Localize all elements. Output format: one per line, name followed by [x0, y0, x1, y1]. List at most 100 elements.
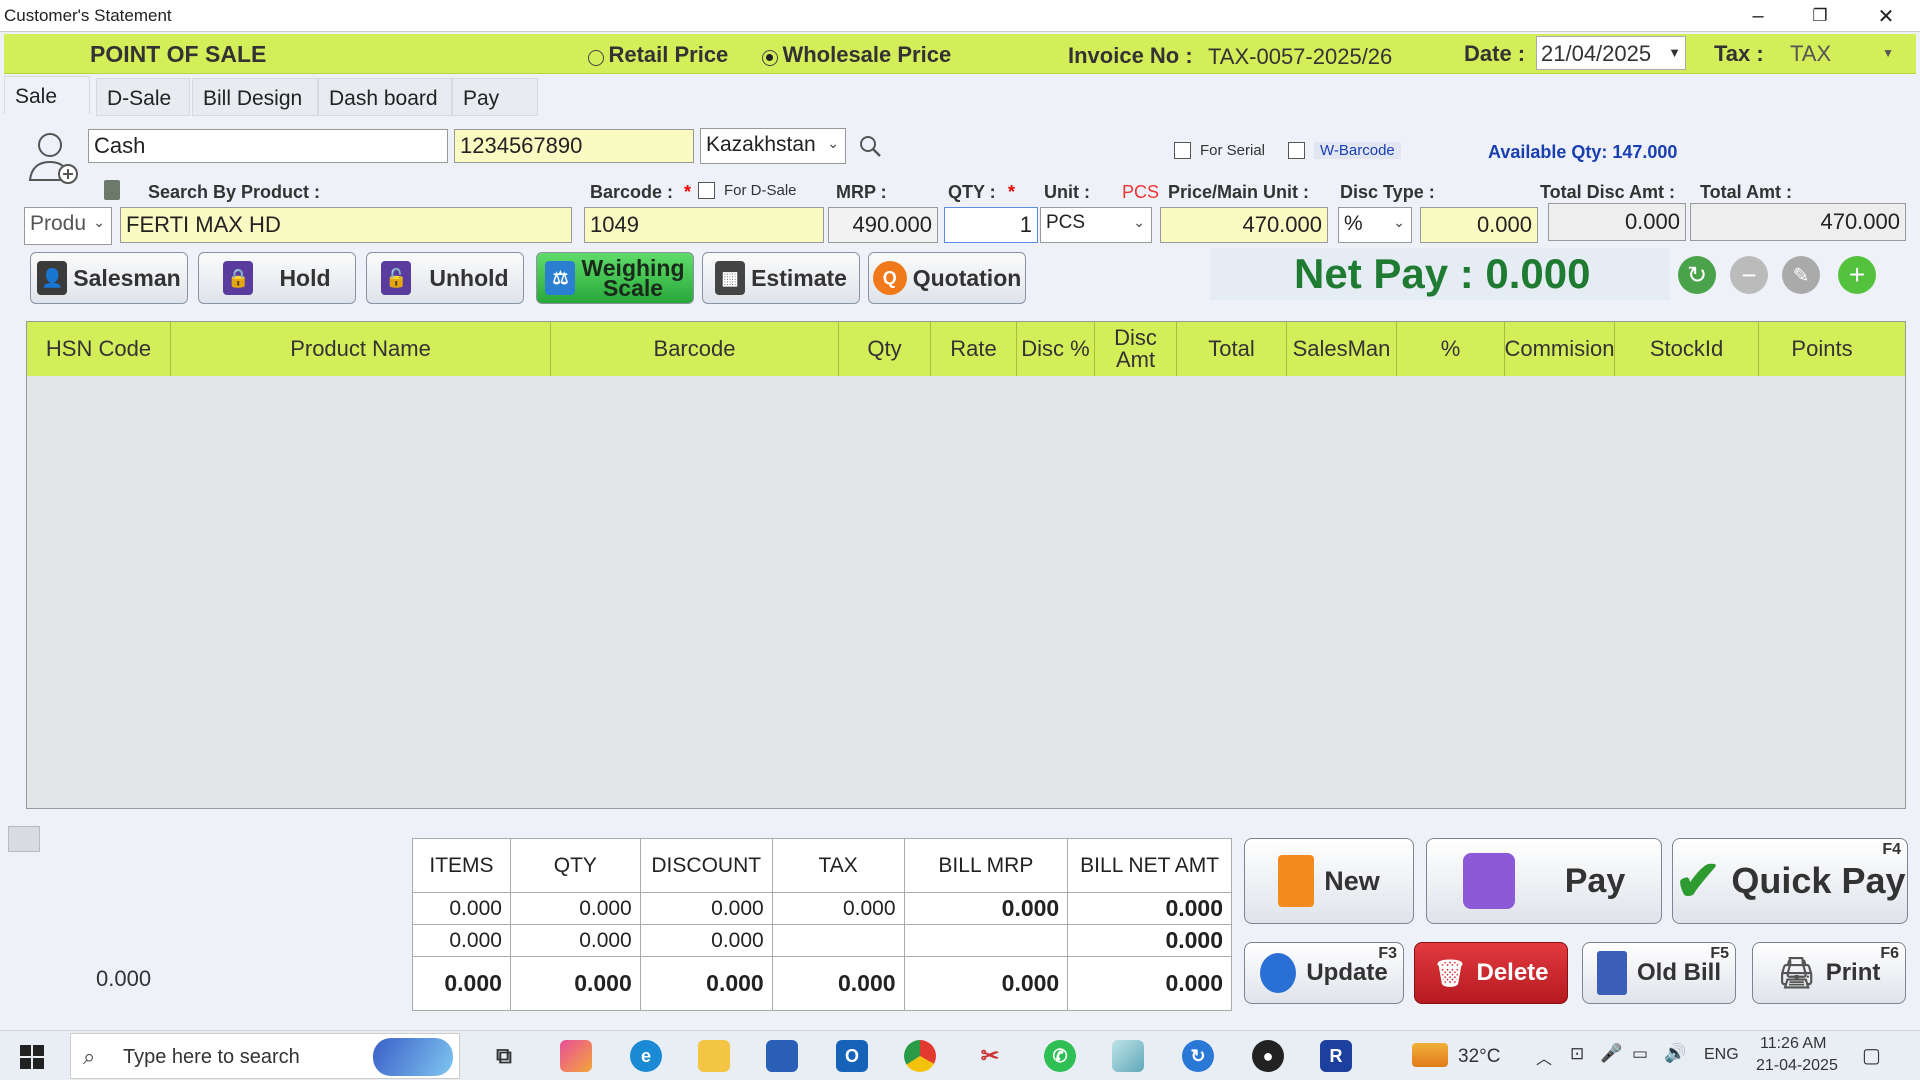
- customer-name-input[interactable]: [88, 129, 448, 163]
- radio-selected-icon: [762, 49, 778, 66]
- unhold-button[interactable]: 🔓 Unhold: [366, 252, 524, 304]
- restore-button[interactable]: ❐: [1790, 0, 1850, 32]
- notification-icon[interactable]: ▢: [1862, 1043, 1881, 1068]
- disc-value-input[interactable]: [1420, 207, 1538, 243]
- search-type-select[interactable]: Produ ⌄: [24, 207, 112, 245]
- disc-type-select[interactable]: % ⌄: [1338, 207, 1412, 243]
- minimize-button[interactable]: –: [1728, 0, 1788, 32]
- close-button[interactable]: ✕: [1856, 0, 1916, 32]
- device-icon[interactable]: ⊡: [1570, 1044, 1584, 1064]
- customer-phone-input[interactable]: [454, 129, 694, 163]
- tab-d-sale[interactable]: D-Sale: [96, 78, 190, 116]
- refresh-icon[interactable]: ↻: [1678, 256, 1716, 294]
- remove-icon[interactable]: −: [1730, 256, 1768, 294]
- for-serial-checkbox[interactable]: [1174, 142, 1191, 159]
- snipping-tool-icon[interactable]: ✂: [974, 1040, 1006, 1072]
- col-hsn-code[interactable]: HSN Code: [27, 322, 171, 376]
- outlook-icon[interactable]: O: [836, 1040, 868, 1072]
- col-rate[interactable]: Rate: [931, 322, 1017, 376]
- add-customer-icon[interactable]: [24, 130, 80, 186]
- col-barcode[interactable]: Barcode: [551, 322, 839, 376]
- tab-bill-design[interactable]: Bill Design: [192, 78, 318, 116]
- taskbar-search-box[interactable]: ⌕ Type here to search: [70, 1033, 460, 1079]
- col-percent[interactable]: %: [1397, 322, 1505, 376]
- col-commision[interactable]: Commision: [1505, 322, 1615, 376]
- tab-pay[interactable]: Pay: [452, 78, 538, 116]
- country-select[interactable]: Kazakhstan ⌄: [700, 128, 846, 164]
- windows-start-icon[interactable]: [20, 1045, 44, 1069]
- qty-input[interactable]: [944, 207, 1038, 243]
- net-pay-value: Net Pay : 0.000: [1294, 250, 1591, 297]
- unit-hint: PCS: [1122, 182, 1160, 202]
- col-salesman[interactable]: SalesMan: [1287, 322, 1397, 376]
- print-button[interactable]: 🖨 Print F6: [1752, 942, 1906, 1004]
- new-label: New: [1324, 865, 1380, 896]
- barcode-input[interactable]: [584, 207, 824, 243]
- sale-items-grid[interactable]: HSN Code Product Name Barcode Qty Rate D…: [26, 321, 1906, 809]
- chevron-up-icon[interactable]: ︿: [1536, 1045, 1552, 1069]
- add-icon[interactable]: +: [1838, 256, 1876, 294]
- summary-cell: 0.000: [1067, 956, 1232, 1011]
- mrp-label: MRP :: [836, 182, 887, 202]
- qty-required-mark: *: [1008, 182, 1016, 202]
- tab-dashboard[interactable]: Dash board: [318, 78, 452, 116]
- col-points[interactable]: Points: [1759, 322, 1885, 376]
- update-button[interactable]: Update F3: [1244, 942, 1404, 1004]
- language-indicator[interactable]: ENG: [1704, 1046, 1739, 1064]
- summary-header-qty: QTY: [509, 838, 641, 893]
- w-barcode-checkbox[interactable]: [1288, 142, 1305, 159]
- bill-summary: ITEMS QTY DISCOUNT TAX BILL MRP BILL NET…: [412, 838, 1232, 1011]
- hold-button[interactable]: 🔒 Hold: [198, 252, 356, 304]
- delete-button[interactable]: 🗑 Delete: [1414, 942, 1568, 1004]
- quotation-button[interactable]: Q Quotation: [868, 252, 1026, 304]
- microphone-icon[interactable]: 🎤: [1600, 1043, 1622, 1064]
- store-icon[interactable]: [766, 1040, 798, 1072]
- wholesale-price-radio[interactable]: Wholesale Price: [762, 42, 951, 68]
- new-button[interactable]: New: [1244, 838, 1414, 924]
- old-bill-button[interactable]: Old Bill F5: [1582, 942, 1736, 1004]
- search-icon[interactable]: [858, 134, 884, 160]
- edit-icon[interactable]: ✎: [1782, 256, 1820, 294]
- col-qty[interactable]: Qty: [839, 322, 931, 376]
- app-icon[interactable]: ↻: [1182, 1040, 1214, 1072]
- qty-label: QTY :: [948, 182, 996, 202]
- for-dsale-label: For D-Sale: [724, 182, 797, 199]
- edge-icon[interactable]: e: [630, 1040, 662, 1072]
- price-input[interactable]: [1160, 207, 1328, 243]
- retail-price-radio[interactable]: Retail Price: [588, 42, 728, 68]
- date-picker[interactable]: 21/04/2025 ▼: [1536, 36, 1686, 70]
- tax-select[interactable]: TAX ▼: [1790, 38, 1900, 70]
- app-icon[interactable]: [1112, 1040, 1144, 1072]
- estimate-button[interactable]: ▦ Estimate: [702, 252, 860, 304]
- tab-sale[interactable]: Sale: [4, 76, 90, 114]
- salesman-button[interactable]: 👤 Salesman: [30, 252, 188, 304]
- copilot-icon[interactable]: [560, 1040, 592, 1072]
- whatsapp-icon[interactable]: ✆: [1044, 1040, 1076, 1072]
- product-search-input[interactable]: [120, 207, 572, 243]
- mrp-input[interactable]: [828, 207, 938, 243]
- col-product-name[interactable]: Product Name: [171, 322, 551, 376]
- chrome-icon[interactable]: [904, 1040, 936, 1072]
- col-stock-id[interactable]: StockId: [1615, 322, 1759, 376]
- unit-select[interactable]: PCS ⌄: [1040, 207, 1152, 243]
- weighing-scale-button[interactable]: ⚖ Weighing Scale: [536, 252, 694, 304]
- pos-app-icon[interactable]: R: [1320, 1040, 1352, 1072]
- col-disc-pct[interactable]: Disc %: [1017, 322, 1095, 376]
- pay-button[interactable]: Pay: [1426, 838, 1662, 924]
- for-dsale-checkbox[interactable]: [698, 182, 715, 199]
- network-icon[interactable]: ▭: [1632, 1044, 1648, 1064]
- file-explorer-icon[interactable]: [698, 1040, 730, 1072]
- total-disc-amt-label: Total Disc Amt :: [1540, 182, 1676, 202]
- scale-label: Scale: [602, 275, 664, 301]
- clock-time[interactable]: 11:26 AM: [1760, 1035, 1826, 1053]
- col-total[interactable]: Total: [1177, 322, 1287, 376]
- app-icon[interactable]: ●: [1252, 1040, 1284, 1072]
- volume-icon[interactable]: 🔊: [1664, 1043, 1686, 1064]
- col-disc-amt[interactable]: Disc Amt: [1095, 322, 1177, 376]
- quick-pay-button[interactable]: ✔ Quick Pay F4: [1672, 838, 1908, 924]
- summary-cell: 0.000: [639, 924, 773, 957]
- w-barcode-label: W-Barcode: [1314, 142, 1401, 159]
- hold-label: Hold: [279, 264, 331, 291]
- clock-date[interactable]: 21-04-2025: [1756, 1057, 1838, 1075]
- task-view-icon[interactable]: ⧉: [488, 1040, 520, 1072]
